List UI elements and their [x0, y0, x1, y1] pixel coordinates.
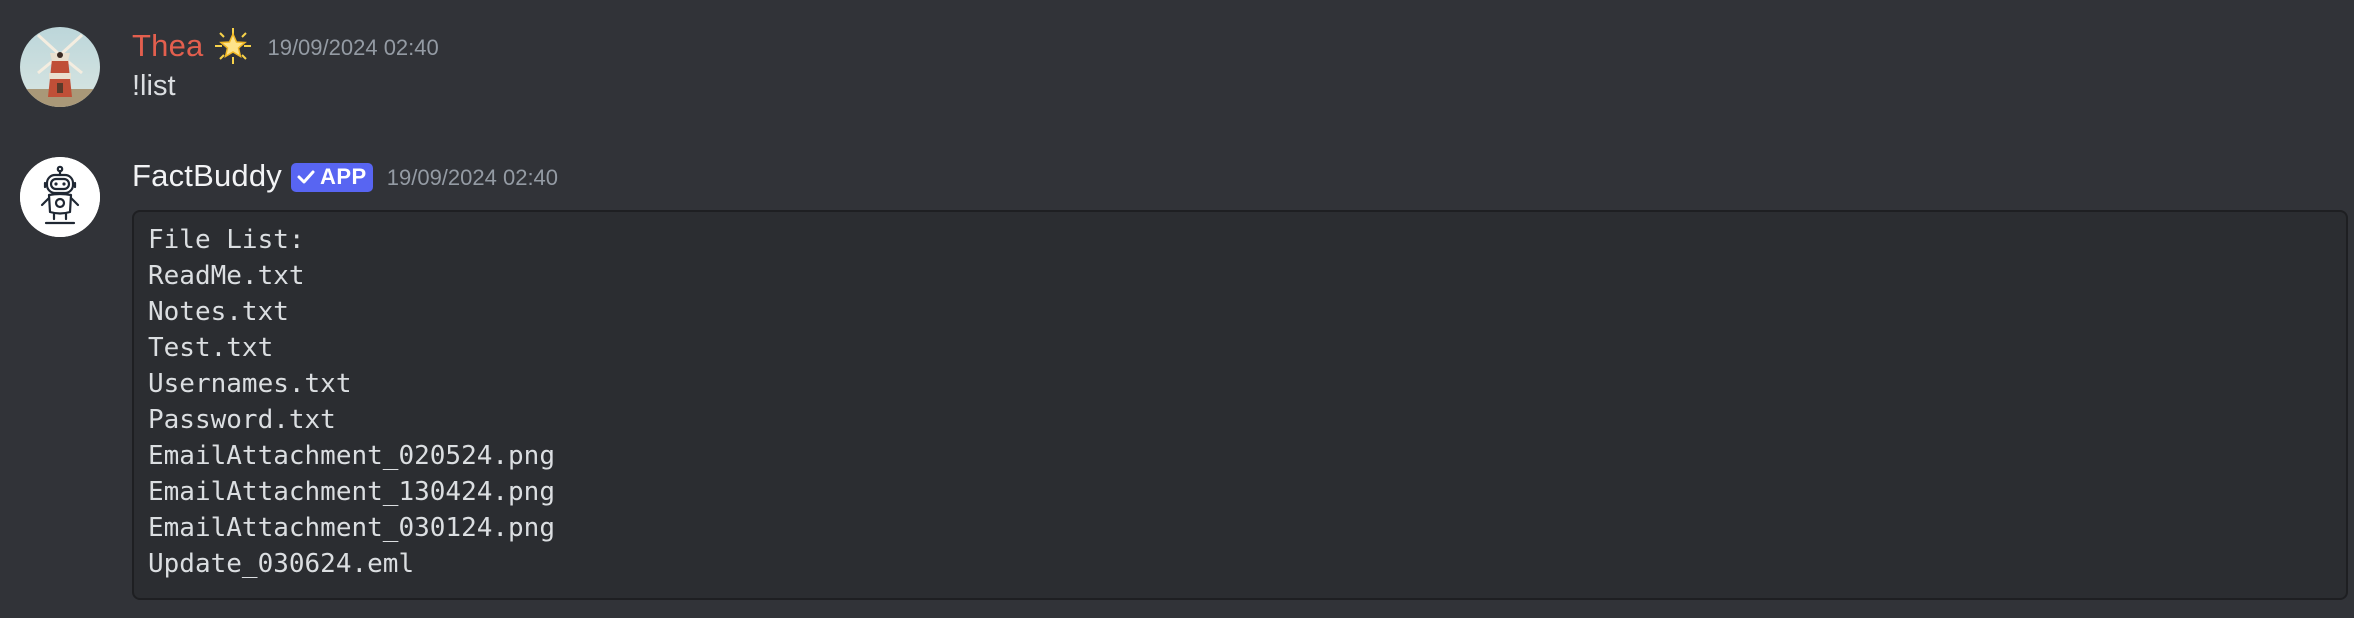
- timestamp[interactable]: 19/09/2024 02:40: [387, 165, 558, 191]
- app-tag-label: APP: [320, 164, 367, 189]
- message-factbuddy: FactBuddy APP 19/09/2024 02:40 File List…: [0, 140, 2354, 618]
- code-line: Test.txt: [148, 333, 274, 363]
- star-icon[interactable]: [213, 26, 253, 66]
- username[interactable]: Thea: [132, 28, 203, 64]
- code-line: Password.txt: [148, 405, 336, 435]
- code-line: File List:: [148, 225, 305, 255]
- checkmark-icon: [297, 170, 315, 184]
- code-line: EmailAttachment_020524.png: [148, 441, 555, 471]
- windmill-avatar-icon: [20, 27, 100, 107]
- message-thea: Thea 19/09/2024 02:40 !list: [0, 0, 2354, 140]
- code-line: ReadMe.txt: [148, 261, 305, 291]
- message-header: Thea 19/09/2024 02:40: [132, 26, 439, 66]
- chat-messages: Thea 19/09/2024 02:40 !list FactBuddy AP…: [0, 0, 2354, 618]
- code-line: EmailAttachment_030124.png: [148, 513, 555, 543]
- code-line: Update_030624.eml: [148, 549, 415, 579]
- timestamp[interactable]: 19/09/2024 02:40: [267, 35, 438, 61]
- code-line: EmailAttachment_130424.png: [148, 477, 555, 507]
- avatar-thea[interactable]: [20, 27, 100, 107]
- message-header: FactBuddy APP 19/09/2024 02:40: [132, 156, 558, 196]
- app-tag: APP: [291, 162, 373, 192]
- avatar-factbuddy[interactable]: [20, 157, 100, 237]
- code-line: Notes.txt: [148, 297, 289, 327]
- message-content: !list: [132, 70, 176, 102]
- code-line: Usernames.txt: [148, 369, 352, 399]
- username[interactable]: FactBuddy: [132, 158, 282, 194]
- code-block: File List: ReadMe.txt Notes.txt Test.txt…: [132, 210, 2348, 600]
- robot-avatar-icon: [20, 157, 100, 237]
